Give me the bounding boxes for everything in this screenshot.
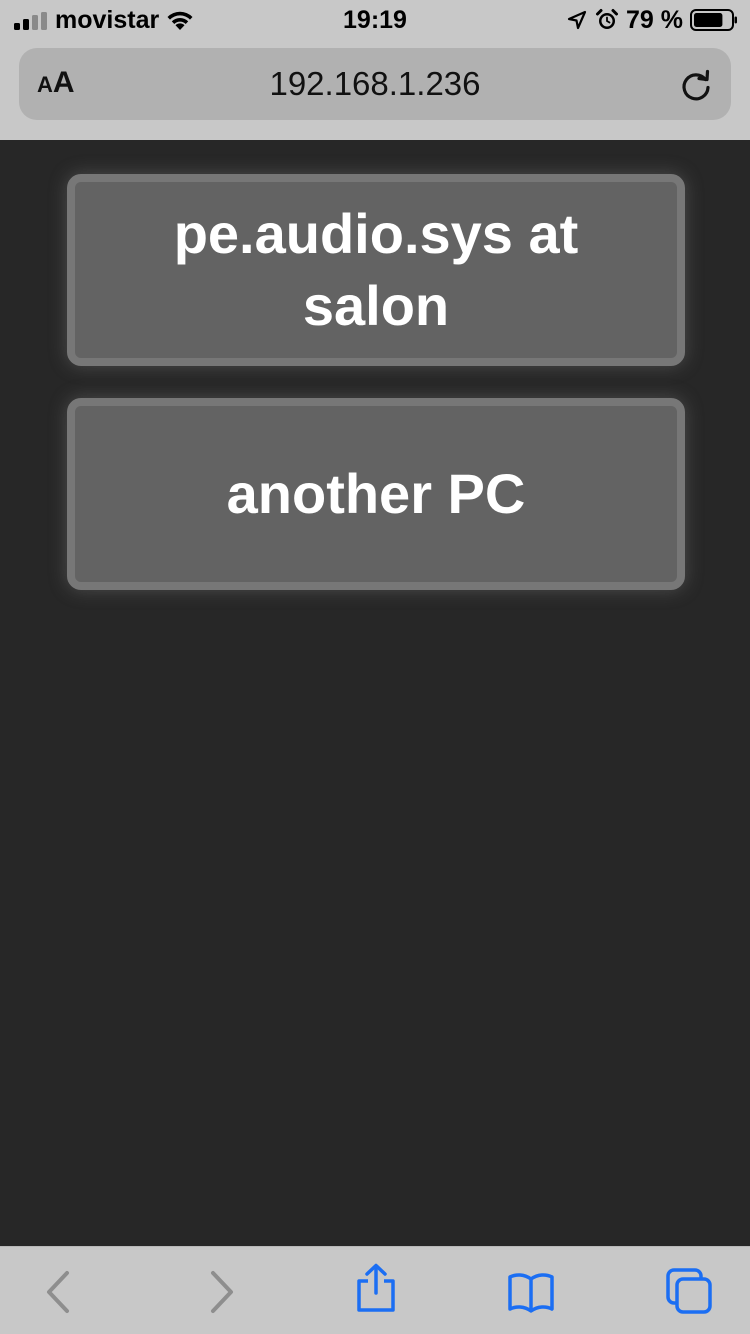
bookmarks-icon[interactable] [506,1267,556,1317]
browser-toolbar: AA 192.168.1.236 [0,40,750,140]
url-text[interactable]: 192.168.1.236 [19,66,731,102]
battery-percent: 79 % [626,6,683,34]
location-icon [567,10,587,30]
page-content: pe.audio.sys at salon another PC [0,140,750,1246]
host-button-label: pe.audio.sys at salon [173,202,579,337]
host-button-salon[interactable]: pe.audio.sys at salon [67,174,685,366]
reload-icon[interactable] [679,68,713,102]
share-icon[interactable] [351,1263,401,1313]
alarm-icon [596,9,618,29]
bottom-toolbar [0,1246,750,1334]
phone-screen: movistar 19:19 79 % AA 192.168.1.236 pe.… [0,0,750,1334]
forward-icon[interactable] [196,1267,246,1317]
host-button-label: another PC [226,462,526,525]
back-icon[interactable] [36,1267,86,1317]
host-button-another-pc[interactable]: another PC [67,398,685,590]
tabs-icon[interactable] [664,1267,714,1317]
status-bar: movistar 19:19 79 % [0,0,750,40]
battery-icon [690,9,737,31]
address-bar[interactable]: AA 192.168.1.236 [19,48,731,120]
